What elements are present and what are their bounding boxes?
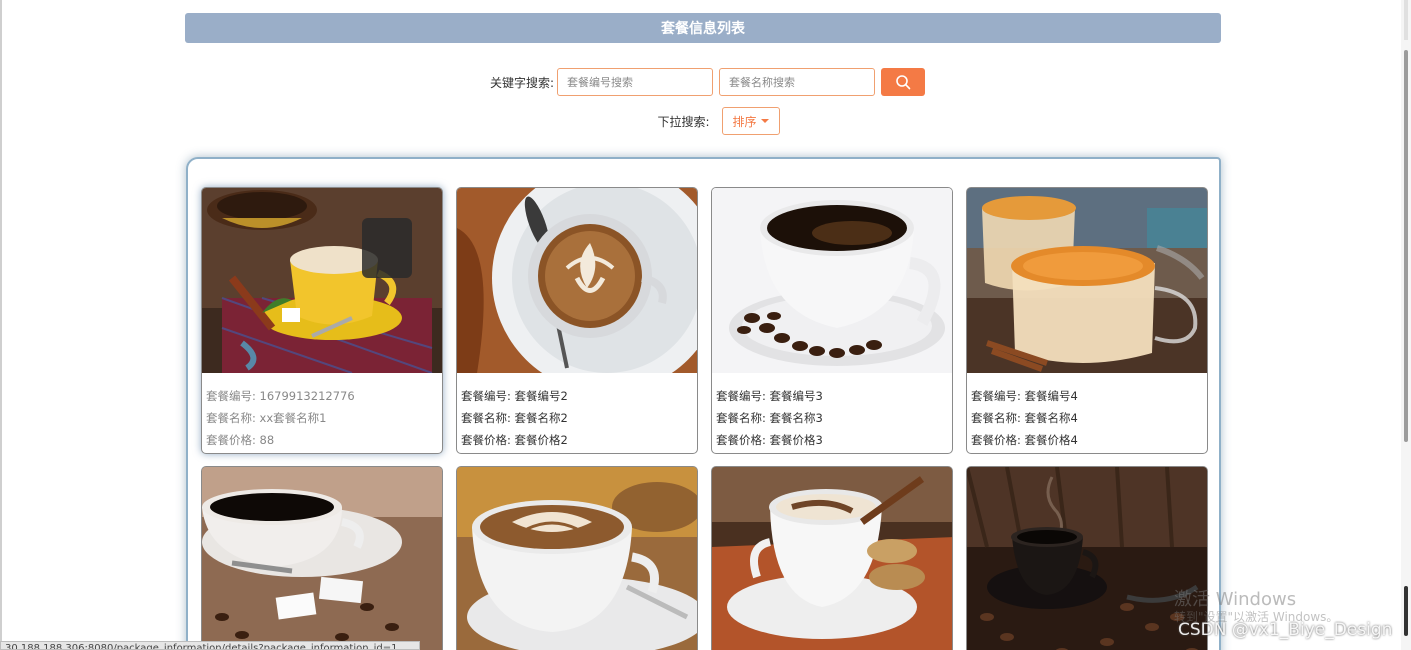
status-bar-url: 30.188.188.306:8080/package_information/…	[0, 641, 420, 650]
glass-cups-spice-image[interactable]	[967, 188, 1207, 373]
scrollbar-indicator	[1404, 586, 1408, 636]
dropdown-search-label: 下拉搜索:	[657, 114, 710, 129]
black-coffee-sugar-image[interactable]	[202, 467, 442, 650]
package-name: 套餐名称: 套餐名称4	[971, 411, 1078, 425]
package-grid-panel: 套餐编号: 1679913212776 套餐名称: xx套餐名称1 套餐价格: …	[186, 157, 1221, 650]
package-code-search-input[interactable]	[557, 68, 714, 96]
espresso-white-cup-image[interactable]	[712, 188, 952, 373]
search-icon	[896, 75, 911, 90]
scrollbar-thumb[interactable]	[1404, 50, 1408, 442]
caret-down-icon	[760, 119, 769, 123]
package-code: 套餐编号: 套餐编号2	[461, 389, 568, 403]
search-button[interactable]	[881, 68, 926, 96]
package-price: 套餐价格: 88	[206, 433, 275, 447]
package-name: 套餐名称: 套餐名称2	[461, 411, 568, 425]
coffee-cinnamon-cookies-image[interactable]	[712, 467, 952, 650]
sort-dropdown-label: 排序	[732, 114, 757, 129]
keyword-search-row: 关键字搜索:	[0, 68, 1411, 96]
package-card[interactable]	[711, 466, 953, 650]
package-card[interactable]: 套餐编号: 套餐编号4 套餐名称: 套餐名称4 套餐价格: 套餐价格4	[966, 187, 1208, 454]
package-price: 套餐价格: 套餐价格3	[716, 433, 823, 447]
vertical-scrollbar[interactable]	[1401, 0, 1411, 650]
package-price: 套餐价格: 套餐价格2	[461, 433, 568, 447]
csdn-watermark: CSDN @vx1_Biye_Design	[1178, 620, 1393, 640]
package-code: 套餐编号: 套餐编号4	[971, 389, 1078, 403]
package-code: 套餐编号: 1679913212776	[206, 389, 355, 403]
package-card[interactable]: 套餐编号: 套餐编号2 套餐名称: 套餐名称2 套餐价格: 套餐价格2	[456, 187, 698, 454]
package-card[interactable]	[966, 466, 1208, 650]
package-price: 套餐价格: 套餐价格4	[971, 433, 1078, 447]
package-name-search-input[interactable]	[719, 68, 876, 96]
cappuccino-latte-art-image[interactable]	[457, 467, 697, 650]
page-title-text: 套餐信息列表	[661, 21, 745, 37]
dropdown-search-row: 下拉搜索: 排序	[0, 107, 1411, 135]
package-name: 套餐名称: 套餐名称3	[716, 411, 823, 425]
latte-art-plate-image[interactable]	[457, 188, 697, 373]
package-card[interactable]	[456, 466, 698, 650]
package-card[interactable]: 套餐编号: 套餐编号3 套餐名称: 套餐名称3 套餐价格: 套餐价格3	[711, 187, 953, 454]
dark-coffee-beans-image[interactable]	[967, 467, 1207, 650]
package-card[interactable]	[201, 466, 443, 650]
page-title: 套餐信息列表	[185, 13, 1221, 43]
coffee-yellow-cup-image[interactable]	[202, 188, 442, 373]
package-code: 套餐编号: 套餐编号3	[716, 389, 823, 403]
scrollbar-track-top	[1404, 0, 1408, 40]
package-name: 套餐名称: xx套餐名称1	[206, 411, 327, 425]
sort-dropdown-button[interactable]: 排序	[721, 107, 780, 135]
keyword-search-label: 关键字搜索:	[489, 75, 555, 90]
page-edge	[0, 0, 2, 650]
package-card[interactable]: 套餐编号: 1679913212776 套餐名称: xx套餐名称1 套餐价格: …	[201, 187, 443, 454]
